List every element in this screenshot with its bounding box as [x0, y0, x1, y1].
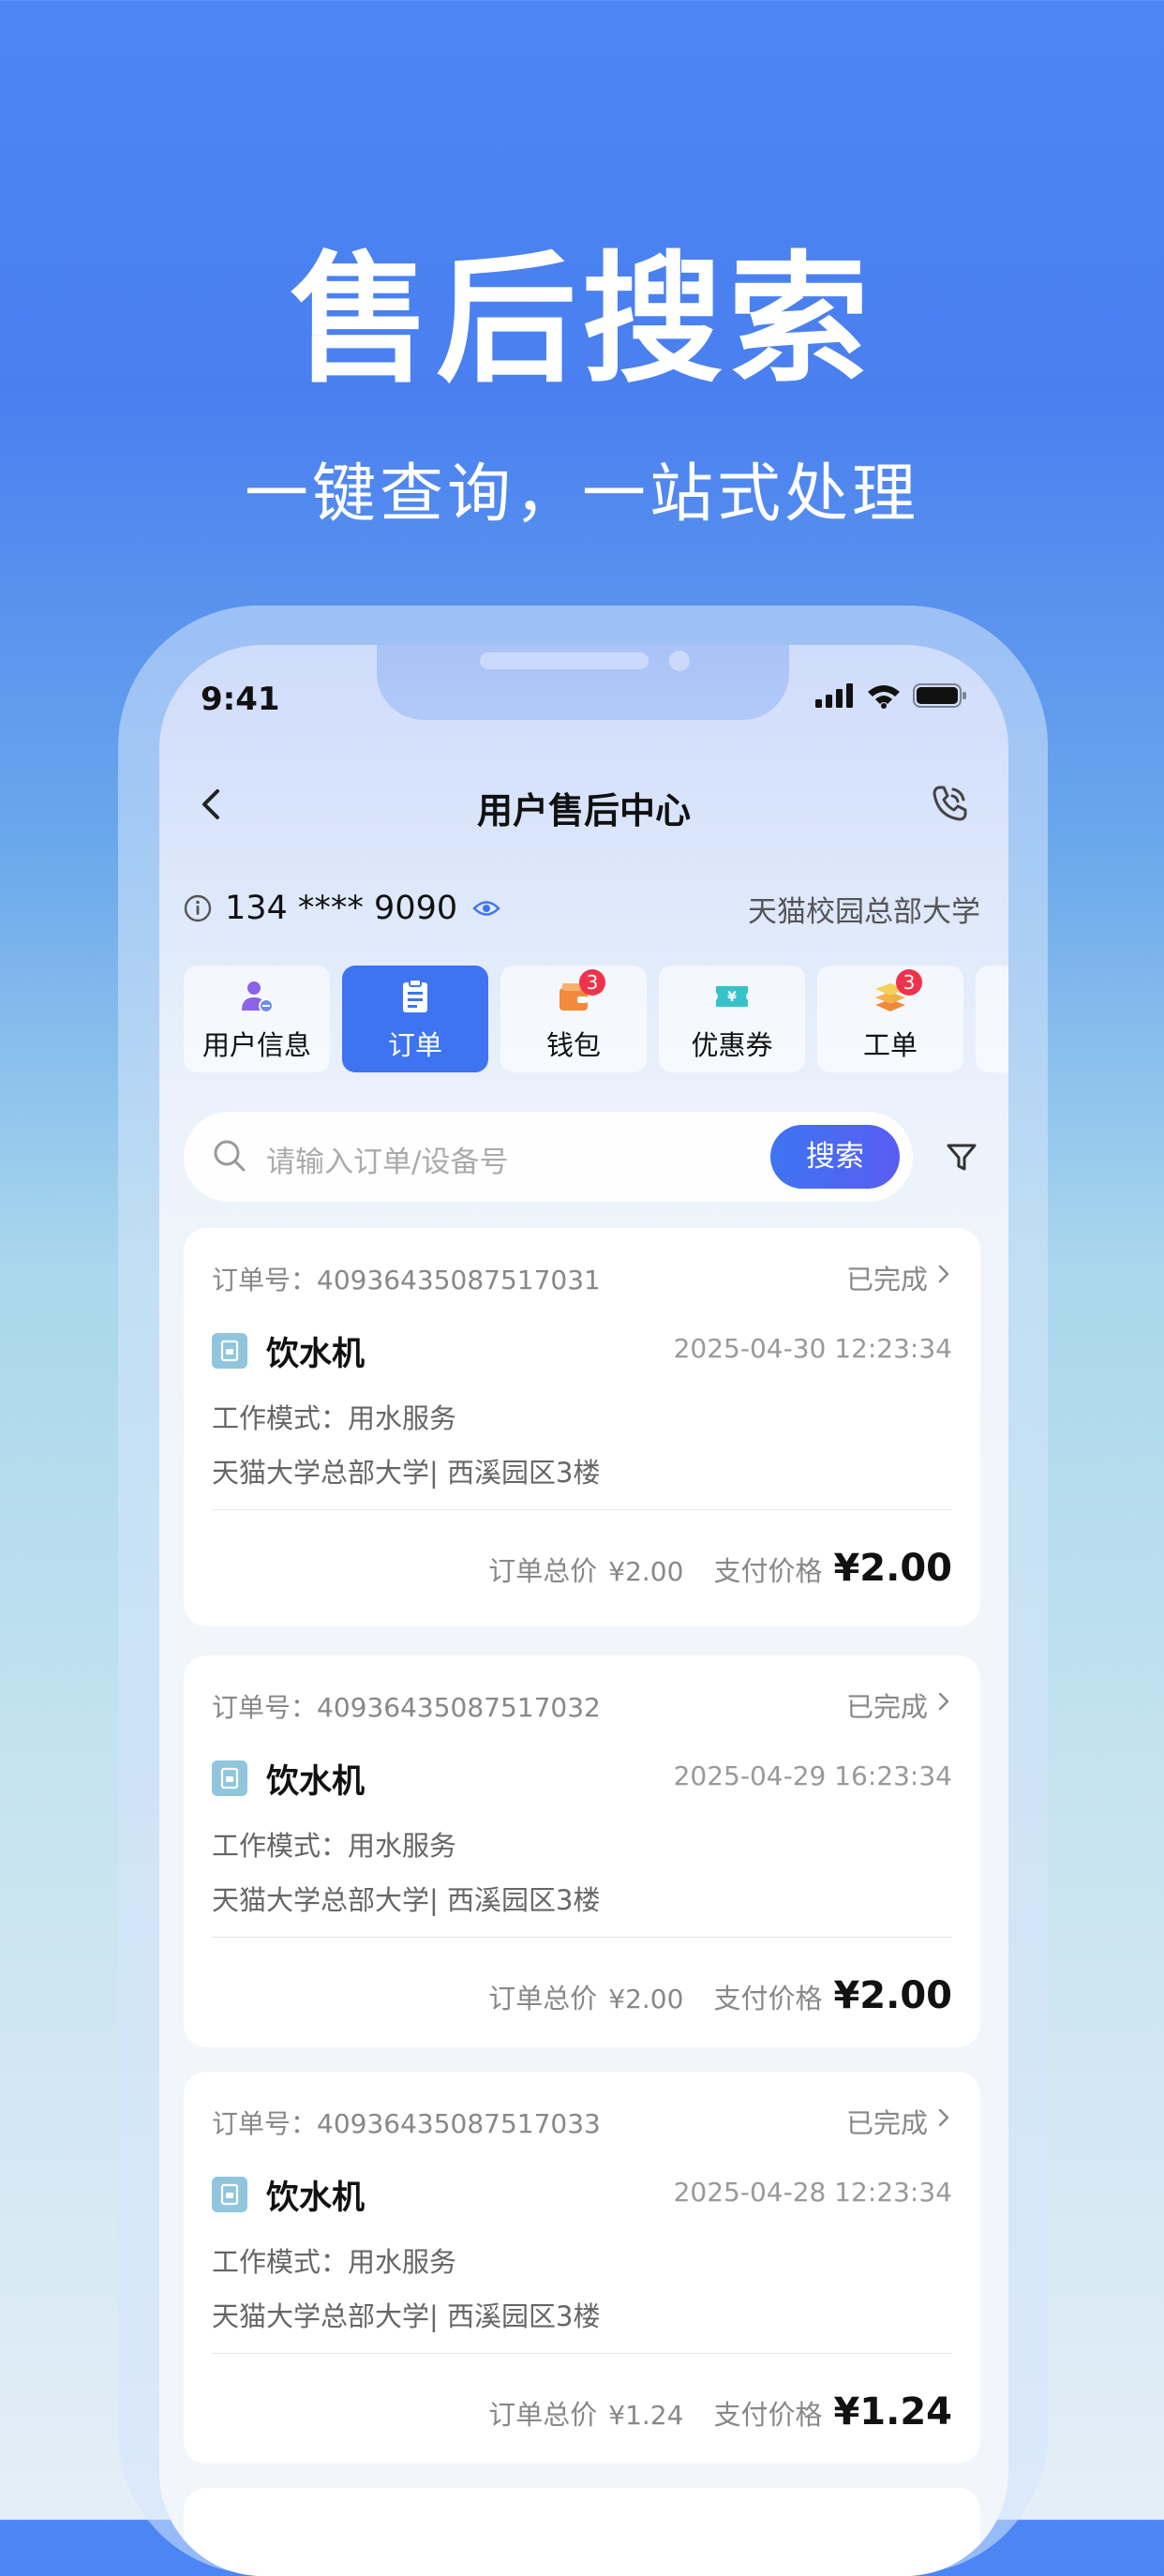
tab-label: 工单 [862, 1029, 918, 1061]
work-mode: 工作模式：用水服务 [212, 1402, 457, 1434]
order-address: 天猫大学总部大学| 西溪园区3楼 [212, 1457, 601, 1489]
divider [212, 2353, 952, 2354]
search-box: 请输入订单/设备号 搜索 [184, 1112, 913, 1202]
hero-subtitle: 一键查询，一站式处理 [244, 457, 919, 532]
battery-icon [913, 683, 966, 708]
pay-value: ¥1.24 [833, 2390, 952, 2434]
order-time: 2025-04-30 12:23:34 [673, 1333, 952, 1364]
order-status: 已完成 [845, 1691, 928, 1723]
eye-icon[interactable] [472, 898, 500, 919]
total-value: ¥1.24 [608, 2400, 684, 2431]
wallet-badge: 3 [579, 969, 605, 996]
device-name: 饮水机 [266, 2179, 366, 2217]
info-icon [184, 894, 212, 922]
chevron-right-icon [938, 2108, 949, 2127]
price-row: 订单总价 ¥2.00 支付价格 ¥2.00 [488, 1974, 952, 2017]
search-button[interactable]: 搜索 [770, 1125, 900, 1189]
device-name: 饮水机 [266, 1763, 366, 1801]
filter-icon[interactable] [945, 1140, 978, 1174]
order-id: 订单号：40936435087517031 [212, 1265, 601, 1295]
tab-orders[interactable]: 订单 [342, 966, 488, 1072]
status-icons [815, 682, 967, 709]
phone-screen: 9:41 用户售后中心 134 **** 9090 天猫校园总部大学 用户信息 … [159, 645, 1008, 2576]
user-icon [242, 981, 274, 1013]
order-time: 2025-04-29 16:23:34 [673, 1760, 952, 1791]
total-value: ¥2.00 [608, 1984, 684, 2014]
price-row: 订单总价 ¥2.00 支付价格 ¥2.00 [488, 1547, 952, 1590]
tab-bar: 用户信息 订单 3 钱包 ¥ 优惠券 3 工单 [184, 966, 1008, 1072]
order-address: 天猫大学总部大学| 西溪园区3楼 [212, 1884, 601, 1916]
speaker-grille [480, 652, 649, 669]
chevron-right-icon [938, 1265, 949, 1283]
tab-user-info[interactable]: 用户信息 [184, 966, 330, 1072]
tab-label: 钱包 [545, 1029, 601, 1061]
total-label: 订单总价 [488, 2399, 598, 2431]
divider [212, 1937, 952, 1938]
tab-coupons[interactable]: ¥ 优惠券 [659, 966, 805, 1072]
device-icon [212, 1333, 247, 1369]
work-mode: 工作模式：用水服务 [212, 1830, 457, 1862]
user-phone: 134 **** 9090 [225, 890, 458, 927]
chevron-right-icon [938, 1692, 949, 1711]
order-status: 已完成 [845, 2107, 928, 2139]
order-card[interactable]: 订单号：40936435087517031 已完成 饮水机 2025-04-30… [184, 1228, 980, 1626]
clipboard-icon [403, 979, 427, 1012]
pay-value: ¥2.00 [833, 1974, 952, 2017]
order-id: 订单号：40936435087517032 [212, 1692, 601, 1723]
search-icon [214, 1140, 246, 1172]
order-card[interactable]: 订单号：40936435087517032 已完成 饮水机 2025-04-29… [184, 1655, 980, 2047]
device-name: 饮水机 [266, 1336, 366, 1373]
tab-label: 优惠券 [691, 1029, 773, 1061]
user-campus: 天猫校园总部大学 [748, 894, 980, 929]
device-icon [212, 2177, 247, 2212]
tab-label: 用户信息 [201, 1029, 311, 1061]
coupon-icon: ¥ [716, 986, 748, 1007]
work-order-badge: 3 [896, 969, 922, 996]
page-title: 用户售后中心 [476, 790, 691, 831]
order-card[interactable]: 订单号：40936435087517033 已完成 饮水机 2025-04-28… [184, 2072, 980, 2464]
pay-label: 支付价格 [713, 1983, 823, 2014]
order-id: 订单号：40936435087517033 [212, 2108, 601, 2139]
pay-value: ¥2.00 [833, 1547, 952, 1590]
front-camera [669, 651, 690, 671]
device-icon [212, 1760, 247, 1796]
divider [212, 1509, 952, 1510]
pay-label: 支付价格 [713, 2399, 823, 2431]
pay-label: 支付价格 [713, 1555, 823, 1587]
wifi-icon [868, 685, 900, 709]
signal-icon [815, 683, 853, 708]
notch [377, 645, 789, 720]
tab-overflow[interactable] [976, 966, 1008, 1072]
price-row: 订单总价 ¥1.24 支付价格 ¥1.24 [488, 2390, 952, 2434]
total-label: 订单总价 [488, 1555, 598, 1587]
search-input[interactable]: 请输入订单/设备号 [266, 1138, 508, 1180]
work-mode: 工作模式：用水服务 [212, 2246, 457, 2278]
svg-text:¥: ¥ [727, 990, 737, 1005]
status-time: 9:41 [201, 681, 280, 718]
order-status: 已完成 [845, 1264, 928, 1295]
order-time: 2025-04-28 12:23:34 [673, 2177, 952, 2208]
tab-label: 订单 [387, 1029, 442, 1061]
total-label: 订单总价 [488, 1983, 598, 2014]
order-card[interactable] [184, 2488, 980, 2576]
tab-wallet[interactable]: 3 钱包 [500, 966, 647, 1072]
order-address: 天猫大学总部大学| 西溪园区3楼 [212, 2300, 601, 2332]
hero-title: 售后搜索 [289, 239, 874, 402]
phone-call-icon[interactable] [928, 782, 971, 825]
tab-work-orders[interactable]: 3 工单 [817, 966, 963, 1072]
total-value: ¥2.00 [608, 1556, 684, 1587]
user-info-row: 134 **** 9090 天猫校园总部大学 [184, 885, 980, 932]
